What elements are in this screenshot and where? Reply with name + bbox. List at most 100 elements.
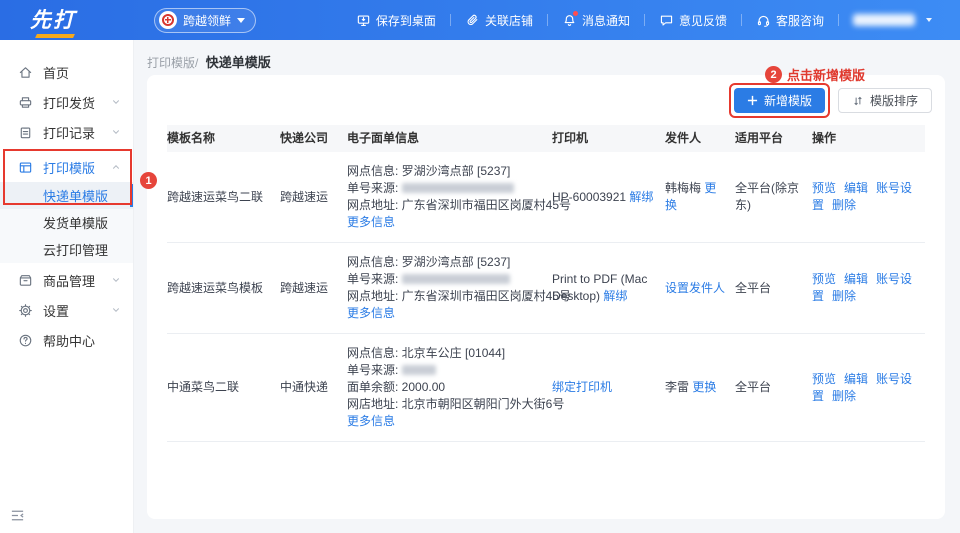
sort-icon bbox=[854, 96, 862, 105]
cell-sender: 韩梅梅 更换 bbox=[665, 180, 735, 214]
sheet-info-label: 网点信息: bbox=[347, 164, 402, 178]
topbar-item-save-desktop[interactable]: 保存到桌面 bbox=[356, 12, 436, 29]
action-link[interactable]: 编辑 bbox=[844, 272, 868, 286]
sidebar-item-home[interactable]: 首页 bbox=[0, 57, 133, 87]
action-link[interactable]: 编辑 bbox=[844, 372, 868, 386]
unbind-printer-link[interactable]: 解绑 bbox=[603, 289, 627, 303]
sidebar-item-template[interactable]: 打印模版 bbox=[0, 152, 133, 182]
divider bbox=[546, 14, 548, 26]
action-link[interactable]: 预览 bbox=[812, 181, 836, 195]
column-header: 适用平台 bbox=[735, 131, 784, 145]
sort-templates-button[interactable]: 模版排序 bbox=[837, 88, 932, 113]
store-selector[interactable]: 跨越领鲜 bbox=[154, 7, 257, 33]
gear-icon bbox=[18, 303, 33, 318]
sheet-info-value: 北京车公庄 [01044] bbox=[401, 346, 506, 360]
collapse-sidebar-icon[interactable] bbox=[10, 508, 25, 526]
sheet-info-value: 2000.00 bbox=[401, 380, 446, 394]
cell-actions: 预览 编辑 账号设置 删除 bbox=[812, 271, 925, 305]
sheet-info-label: 网点信息: bbox=[347, 346, 402, 360]
topbar-item-label: 客服咨询 bbox=[775, 13, 824, 28]
notifications-icon bbox=[562, 10, 578, 28]
sidebar-subitem-label: 发货单模版 bbox=[43, 216, 109, 231]
column-header: 发件人 bbox=[665, 131, 702, 145]
topbar-item-notifications[interactable]: 消息通知 bbox=[562, 10, 630, 29]
cell-sheet-info: 网点信息: 罗湖沙湾点部 [5237] 单号来源: 网点地址: 广东省深圳市福田区… bbox=[347, 254, 571, 322]
cell-actions: 预览 编辑 账号设置 删除 bbox=[812, 180, 925, 214]
column-header: 快递公司 bbox=[280, 131, 329, 145]
annotation-highlight-box: 新增模版 bbox=[728, 83, 830, 118]
annotation-step2-label: 点击新增模版 bbox=[787, 68, 866, 83]
table-header-row: 模板名称 快递公司 电子面单信息 打印机 发件人 适用平台 操作 bbox=[167, 125, 925, 152]
add-template-button[interactable]: 新增模版 bbox=[733, 88, 825, 113]
sidebar-item-box[interactable]: 商品管理 bbox=[0, 265, 133, 295]
sidebar-subitem[interactable]: 云打印管理 bbox=[0, 236, 133, 263]
sidebar-item-printer[interactable]: 打印发货 bbox=[0, 87, 133, 117]
sheet-info-value: 广东省深圳市福田区岗厦村45号 bbox=[401, 289, 572, 303]
topbar-item-link-shop[interactable]: 关联店铺 bbox=[465, 12, 533, 29]
divider bbox=[643, 14, 645, 26]
set-sender-link[interactable]: 设置发件人 bbox=[665, 281, 725, 295]
chevron-down-icon bbox=[111, 275, 121, 285]
printer-name: HP-60003921 bbox=[552, 189, 630, 204]
column-header: 模板名称 bbox=[167, 131, 216, 145]
template-icon bbox=[18, 160, 33, 175]
sidebar-item-label: 打印模版 bbox=[43, 160, 96, 176]
sheet-info-label: 单号来源: bbox=[347, 181, 402, 195]
topbar-item-feedback[interactable]: 意见反馈 bbox=[659, 12, 727, 29]
home-icon bbox=[18, 65, 33, 80]
sidebar-subitem[interactable]: 发货单模版 bbox=[0, 209, 133, 236]
action-link[interactable]: 删除 bbox=[832, 198, 856, 212]
chevron-down-icon bbox=[111, 97, 121, 107]
user-account[interactable] bbox=[853, 14, 932, 26]
save-desktop-icon bbox=[356, 13, 371, 28]
topbar-item-label: 消息通知 bbox=[581, 13, 630, 28]
sidebar-item-label: 商品管理 bbox=[43, 273, 96, 289]
sheet-info-line: 网点信息: 罗湖沙湾点部 [5237] bbox=[347, 254, 542, 271]
sheet-info-line: 网点地址: 广东省深圳市福田区岗厦村45号 bbox=[347, 288, 571, 305]
plus-icon bbox=[747, 95, 758, 106]
sidebar-subitem-label: 云打印管理 bbox=[43, 243, 109, 258]
sheet-info-line: 网点信息: 罗湖沙湾点部 [5237] bbox=[347, 163, 542, 180]
more-info-link[interactable]: 更多信息 bbox=[347, 306, 395, 320]
cell-template-name: 跨越速运菜鸟二联 bbox=[167, 189, 264, 204]
sidebar-item-label: 打印记录 bbox=[43, 125, 96, 141]
change-sender-link[interactable]: 更换 bbox=[692, 380, 716, 394]
templates-table: 模板名称 快递公司 电子面单信息 打印机 发件人 适用平台 操作 跨越速运菜鸟二联 跨越速运网… bbox=[167, 125, 925, 442]
column-header: 操作 bbox=[812, 131, 837, 145]
store-selector-label: 跨越领鲜 bbox=[183, 13, 232, 28]
action-link[interactable]: 编辑 bbox=[844, 181, 868, 195]
breadcrumb-parent[interactable]: 打印模版/ bbox=[147, 56, 198, 70]
sidebar-item-gear[interactable]: 设置 bbox=[0, 295, 133, 325]
sheet-info-label: 网店地址: bbox=[347, 397, 402, 411]
cell-company: 中通快递 bbox=[280, 380, 329, 394]
more-info-link[interactable]: 更多信息 bbox=[347, 414, 395, 428]
action-link[interactable]: 删除 bbox=[832, 389, 856, 403]
cell-actions: 预览 编辑 账号设置 删除 bbox=[812, 371, 925, 405]
cell-sender: 设置发件人 bbox=[665, 280, 735, 297]
sheet-info-line: 网点地址: 广东省深圳市福田区岗厦村45号 bbox=[347, 197, 571, 214]
topbar-item-support[interactable]: 客服咨询 bbox=[756, 12, 824, 29]
action-link[interactable]: 预览 bbox=[812, 372, 836, 386]
sidebar-item-help[interactable]: 帮助中心 bbox=[0, 325, 133, 355]
sidebar-subitem[interactable]: 快递单模版 bbox=[0, 182, 133, 209]
column-header: 电子面单信息 bbox=[347, 131, 420, 145]
divider bbox=[449, 14, 451, 26]
sheet-info-line: 单号来源: bbox=[347, 180, 542, 197]
action-link[interactable]: 删除 bbox=[832, 289, 856, 303]
more-info-link[interactable]: 更多信息 bbox=[347, 215, 395, 229]
sheet-info-value: 北京市朝阳区朝阳门外大街6号 bbox=[401, 397, 565, 411]
sender-name: 李雷 bbox=[665, 380, 693, 394]
sheet-info-value: 罗湖沙湾点部 [5237] bbox=[401, 164, 511, 178]
bind-printer-link[interactable]: 绑定打印机 bbox=[552, 380, 612, 394]
cell-company: 跨越速运 bbox=[280, 189, 329, 204]
clipboard-icon bbox=[18, 125, 33, 140]
annotation-step1-badge: 1 bbox=[140, 172, 157, 189]
sidebar-item-label: 帮助中心 bbox=[43, 333, 96, 349]
topbar: 先打 跨越领鲜 保存到桌面 关联店铺 消息通知 意见反馈 客服咨询 bbox=[0, 0, 960, 40]
sheet-info-label: 网点地址: bbox=[347, 198, 402, 212]
unbind-printer-link[interactable]: 解绑 bbox=[629, 190, 653, 204]
action-link[interactable]: 预览 bbox=[812, 272, 836, 286]
topbar-menu: 保存到桌面 关联店铺 消息通知 意见反馈 客服咨询 bbox=[356, 10, 932, 29]
cell-template-name: 跨越速运菜鸟模板 bbox=[167, 280, 264, 295]
sidebar-item-clipboard[interactable]: 打印记录 bbox=[0, 117, 133, 147]
